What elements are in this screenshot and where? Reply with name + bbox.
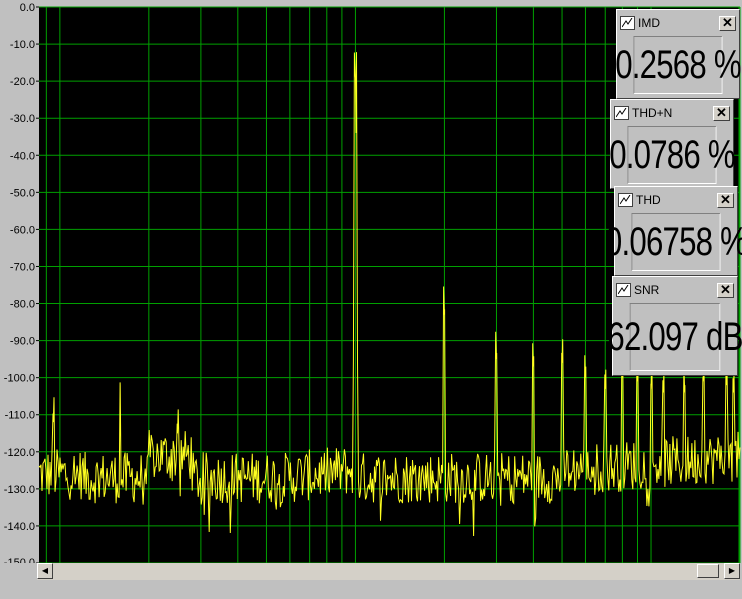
imd-meter-value: 0.2568 % — [615, 36, 742, 94]
thd-meter-window[interactable]: THD ✕ 0.06758 % — [605, 186, 742, 276]
y-tick-label: -30.0 — [10, 113, 35, 125]
y-tick-label: -130.0 — [4, 484, 35, 496]
imd-meter-label: IMD — [638, 16, 660, 30]
meter-graph-icon[interactable] — [618, 193, 633, 207]
thdn-meter-window[interactable]: THD+N ✕ 0.0786 % — [609, 99, 736, 189]
y-tick-label: -140.0 — [4, 521, 35, 533]
snr-meter-label: SNR — [634, 283, 660, 297]
close-icon[interactable]: ✕ — [717, 192, 734, 208]
y-tick-label: -60.0 — [10, 224, 35, 236]
scrollbar-thumb[interactable] — [697, 564, 719, 578]
y-tick-label: -150.0 — [4, 557, 35, 563]
imd-meter-titlebar[interactable]: IMD ✕ — [620, 14, 736, 32]
imd-meter-window[interactable]: IMD ✕ 0.2568 % — [615, 9, 742, 99]
y-axis: 0.0 -10.0 -20.0 -30.0 -40.0 -50.0 -60.0 -70.0 -8… — [4, 2, 39, 563]
snr-meter-window[interactable]: SNR ✕ 62.097 dB — [607, 276, 742, 376]
meter-graph-icon[interactable] — [614, 106, 629, 120]
y-tick-label: -70.0 — [10, 261, 35, 273]
thdn-meter-value: 0.0786 % — [609, 126, 736, 184]
y-tick-label: -80.0 — [10, 299, 35, 311]
close-icon[interactable]: ✕ — [719, 15, 736, 31]
horizontal-scrollbar[interactable]: ◀ ▶ — [37, 563, 740, 580]
y-tick-label: -40.0 — [10, 150, 35, 162]
meter-graph-icon[interactable] — [616, 283, 631, 297]
arrow-left-icon[interactable]: ◀ — [37, 563, 53, 579]
arrow-right-icon[interactable]: ▶ — [724, 563, 740, 579]
y-tick-label: -110.0 — [5, 410, 35, 422]
y-tick-label: -10.0 — [10, 39, 35, 51]
thdn-meter-titlebar[interactable]: THD+N ✕ — [614, 104, 730, 122]
thd-meter-value: 0.06758 % — [605, 213, 742, 271]
close-icon[interactable]: ✕ — [717, 282, 734, 298]
snr-meter-titlebar[interactable]: SNR ✕ — [616, 281, 734, 299]
y-tick-label: 0.0 — [20, 2, 35, 14]
close-icon[interactable]: ✕ — [713, 105, 730, 121]
y-tick-label: -50.0 — [10, 187, 35, 199]
thd-meter-titlebar[interactable]: THD ✕ — [618, 191, 734, 209]
thd-meter-label: THD — [636, 193, 661, 207]
thdn-meter-label: THD+N — [632, 106, 673, 120]
y-tick-label: -20.0 — [10, 76, 35, 88]
meter-graph-icon[interactable] — [620, 16, 635, 30]
snr-meter-value: 62.097 dB — [607, 303, 742, 371]
y-tick-label: -90.0 — [10, 336, 35, 348]
y-tick-label: -100.0 — [4, 373, 35, 385]
y-tick-label: -120.0 — [4, 447, 35, 459]
